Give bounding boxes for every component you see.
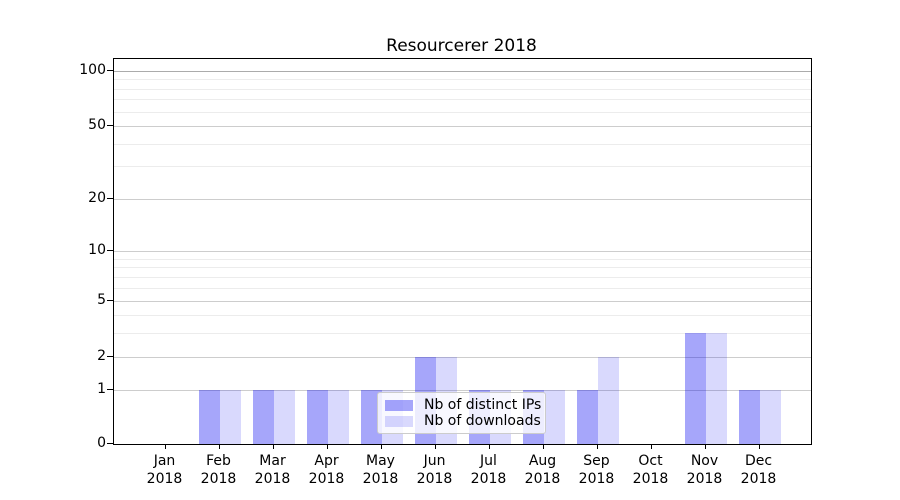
gridline-minor-y-30: [114, 166, 811, 167]
xtick-mark-jul: [489, 444, 490, 449]
xtick-mark-jun: [435, 444, 436, 449]
xtick-mark-apr: [327, 444, 328, 449]
gridline-minor-y-90: [114, 79, 811, 80]
ytick-mark-50: [107, 125, 113, 126]
xtick-mark-may: [381, 444, 382, 449]
gridline-y-100: [114, 71, 811, 72]
xtick-mark-jan: [165, 444, 166, 449]
bar-downloads-dec: [760, 390, 781, 445]
gridline-minor-y-60: [114, 112, 811, 113]
ytick-mark-10: [107, 250, 113, 251]
ytick-mark-0: [107, 443, 113, 444]
bar-downloads-feb: [220, 390, 241, 445]
legend: Nb of distinct IPs Nb of downloads: [377, 392, 546, 434]
xtick-mark-sep: [597, 444, 598, 449]
xtick-label-month: Dec: [727, 452, 791, 470]
gridline-minor-y-9: [114, 259, 811, 260]
ytick-label-100: 100: [36, 63, 106, 77]
legend-item-downloads: Nb of downloads: [385, 413, 538, 429]
ytick-mark-2: [107, 356, 113, 357]
bar-downloads-mar: [274, 390, 295, 445]
ytick-label-1: 1: [36, 382, 106, 396]
legend-label-distinct-ips: Nb of distinct IPs: [424, 397, 541, 413]
xtick-mark-nov: [705, 444, 706, 449]
bar-downloads-aug: [544, 390, 565, 445]
plot-area: Nb of distinct IPs Nb of downloads: [113, 58, 812, 445]
xtick-label-year: 2018: [727, 470, 791, 488]
gridline-minor-y-7: [114, 277, 811, 278]
legend-item-distinct-ips: Nb of distinct IPs: [385, 397, 538, 413]
gridline-minor-y-4: [114, 315, 811, 316]
bar-distinct-ips-nov: [685, 333, 706, 445]
xtick-mark-mar: [273, 444, 274, 449]
ytick-label-20: 20: [36, 191, 106, 205]
ytick-mark-20: [107, 198, 113, 199]
gridline-minor-y-70: [114, 99, 811, 100]
gridline-y-20: [114, 199, 811, 200]
bar-distinct-ips-apr: [307, 390, 328, 445]
ytick-mark-5: [107, 300, 113, 301]
ytick-mark-100: [107, 70, 113, 71]
chart-figure: Resourcerer 2018 Nb of distinct IPs Nb o…: [0, 0, 900, 500]
legend-swatch-distinct-ips: [385, 400, 413, 411]
gridline-minor-y-8: [114, 267, 811, 268]
bar-distinct-ips-dec: [739, 390, 760, 445]
gridline-y-50: [114, 126, 811, 127]
xtick-mark-dec: [759, 444, 760, 449]
ytick-label-2: 2: [36, 349, 106, 363]
gridline-minor-y-40: [114, 144, 811, 145]
chart-title: Resourcerer 2018: [113, 36, 810, 56]
gridline-minor-y-80: [114, 89, 811, 90]
bar-downloads-nov: [706, 333, 727, 445]
bar-downloads-sep: [598, 357, 619, 444]
xtick-label-dec: Dec2018: [727, 452, 791, 488]
xtick-mark-aug: [543, 444, 544, 449]
ytick-label-5: 5: [36, 293, 106, 307]
ytick-mark-1: [107, 389, 113, 390]
gridline-minor-y-6: [114, 288, 811, 289]
bar-distinct-ips-sep: [577, 390, 598, 445]
bar-distinct-ips-feb: [199, 390, 220, 445]
bar-distinct-ips-mar: [253, 390, 274, 445]
gridline-y-10: [114, 251, 811, 252]
legend-label-downloads: Nb of downloads: [424, 413, 541, 429]
xtick-mark-feb: [219, 444, 220, 449]
bar-downloads-apr: [328, 390, 349, 445]
xtick-mark-oct: [651, 444, 652, 449]
ytick-label-10: 10: [36, 243, 106, 257]
legend-swatch-downloads: [385, 416, 413, 427]
ytick-label-0: 0: [36, 436, 106, 450]
gridline-y-5: [114, 301, 811, 302]
ytick-label-50: 50: [36, 118, 106, 132]
